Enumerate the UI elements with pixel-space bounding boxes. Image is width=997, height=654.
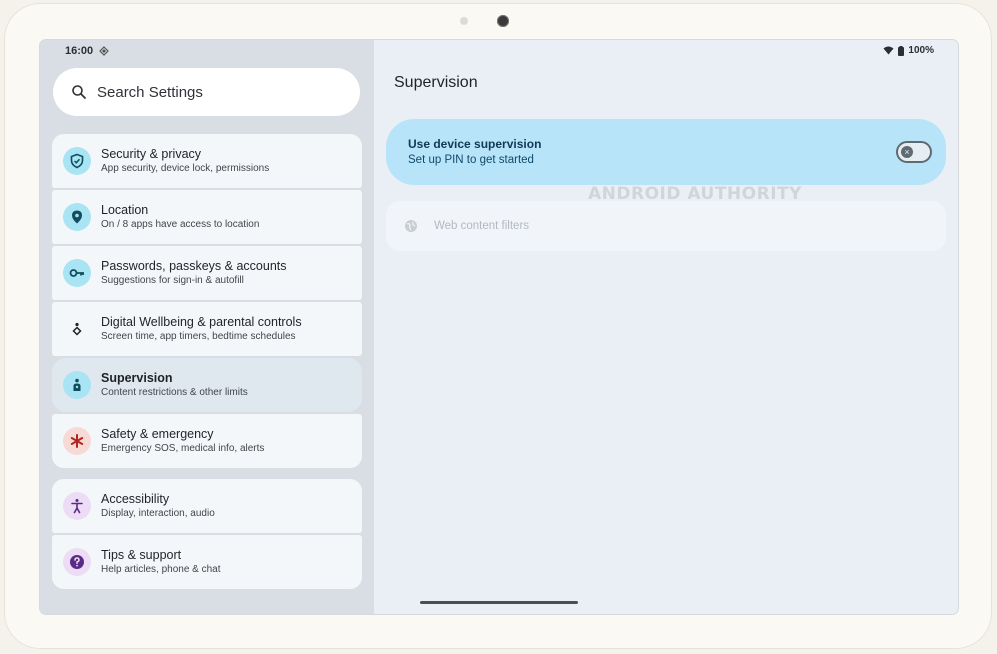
- settings-item-title: Security & privacy: [101, 147, 202, 161]
- settings-item-subtitle: On / 8 apps have access to location: [101, 219, 260, 230]
- settings-item-subtitle: Suggestions for sign-in & autofill: [101, 275, 244, 286]
- settings-item-title: Tips & support: [101, 548, 182, 562]
- location-pin-icon: [63, 203, 91, 231]
- clock: 16:00: [65, 45, 94, 57]
- screen: 16:00 Search Settings Security & privacy…: [40, 40, 958, 614]
- front-camera: [497, 15, 509, 27]
- status-bar-left: 16:00: [65, 45, 109, 57]
- settings-item-text: Security & privacy App security, device l…: [101, 146, 269, 176]
- settings-item-text: Accessibility Display, interaction, audio: [101, 491, 215, 521]
- settings-item-text: Location On / 8 apps have access to locat…: [101, 202, 259, 232]
- toggle-subtitle: Set up PIN to get started: [408, 154, 534, 166]
- settings-item-text: Supervision Content restrictions & other …: [101, 370, 248, 400]
- settings-item-title: Location: [101, 203, 149, 217]
- settings-item-title: Safety & emergency: [101, 427, 214, 441]
- settings-item-text: Digital Wellbeing & parental controls Scr…: [101, 314, 302, 344]
- settings-item-subtitle: App security, device lock, permissions: [101, 163, 270, 174]
- gesture-nav-handle[interactable]: [420, 601, 578, 604]
- settings-item-location[interactable]: Location On / 8 apps have access to locat…: [52, 190, 362, 244]
- settings-item-title: Accessibility: [101, 492, 170, 506]
- supervision-switch[interactable]: ×: [896, 141, 932, 163]
- settings-item-safety-emergency[interactable]: Safety & emergency Emergency SOS, medical…: [52, 414, 362, 468]
- settings-item-supervision[interactable]: Supervision Content restrictions & other …: [52, 358, 362, 412]
- settings-item-title: Digital Wellbeing & parental controls: [101, 315, 302, 329]
- asterisk-icon: [63, 427, 91, 455]
- wellbeing-icon: [63, 315, 91, 343]
- supervision-icon: [63, 371, 91, 399]
- search-icon: [72, 85, 86, 99]
- battery-icon: [898, 45, 905, 56]
- globe-icon: [405, 220, 417, 232]
- shield-icon: [63, 147, 91, 175]
- web-content-filters-label: Web content filters: [434, 220, 530, 232]
- device-supervision-toggle-card[interactable]: Use device supervision Set up PIN to get…: [386, 119, 946, 185]
- settings-group-1: Security & privacy App security, device l…: [52, 134, 362, 470]
- notification-icon: [99, 46, 109, 56]
- status-bar-right: 100%: [883, 45, 934, 56]
- settings-item-digital-wellbeing-parental-controls[interactable]: Digital Wellbeing & parental controls Scr…: [52, 302, 362, 356]
- sensor-dot: [460, 17, 468, 25]
- toggle-title: Use device supervision: [408, 137, 542, 151]
- settings-item-title: Supervision: [101, 371, 173, 385]
- settings-item-subtitle: Help articles, phone & chat: [101, 564, 221, 575]
- settings-item-subtitle: Display, interaction, audio: [101, 508, 215, 519]
- battery-level: 100%: [908, 45, 934, 56]
- settings-item-text: Tips & support Help articles, phone & cha…: [101, 547, 221, 577]
- settings-item-passwords-passkeys-accounts[interactable]: Passwords, passkeys & accounts Suggestion…: [52, 246, 362, 300]
- settings-item-subtitle: Emergency SOS, medical info, alerts: [101, 443, 265, 454]
- key-icon: [63, 259, 91, 287]
- detail-pane: 100% Supervision Use device supervision …: [374, 40, 958, 614]
- settings-item-tips-support[interactable]: Tips & support Help articles, phone & cha…: [52, 535, 362, 589]
- settings-item-title: Passwords, passkeys & accounts: [101, 259, 287, 273]
- settings-item-security-privacy[interactable]: Security & privacy App security, device l…: [52, 134, 362, 188]
- accessibility-icon: [63, 492, 91, 520]
- web-content-filters-item[interactable]: Web content filters: [386, 201, 946, 251]
- help-icon: [63, 548, 91, 576]
- settings-item-text: Passwords, passkeys & accounts Suggestion…: [101, 258, 287, 288]
- wifi-icon: [883, 46, 894, 55]
- search-settings-bar[interactable]: Search Settings: [53, 68, 360, 116]
- switch-off-icon: ×: [901, 146, 913, 158]
- settings-group-2: Accessibility Display, interaction, audio…: [52, 479, 362, 591]
- settings-list-pane: 16:00 Search Settings Security & privacy…: [40, 40, 374, 614]
- page-title: Supervision: [394, 74, 478, 91]
- settings-item-subtitle: Screen time, app timers, bedtime schedul…: [101, 331, 296, 342]
- search-placeholder: Search Settings: [97, 83, 203, 101]
- settings-item-accessibility[interactable]: Accessibility Display, interaction, audio: [52, 479, 362, 533]
- settings-item-text: Safety & emergency Emergency SOS, medical…: [101, 426, 264, 456]
- settings-item-subtitle: Content restrictions & other limits: [101, 387, 248, 398]
